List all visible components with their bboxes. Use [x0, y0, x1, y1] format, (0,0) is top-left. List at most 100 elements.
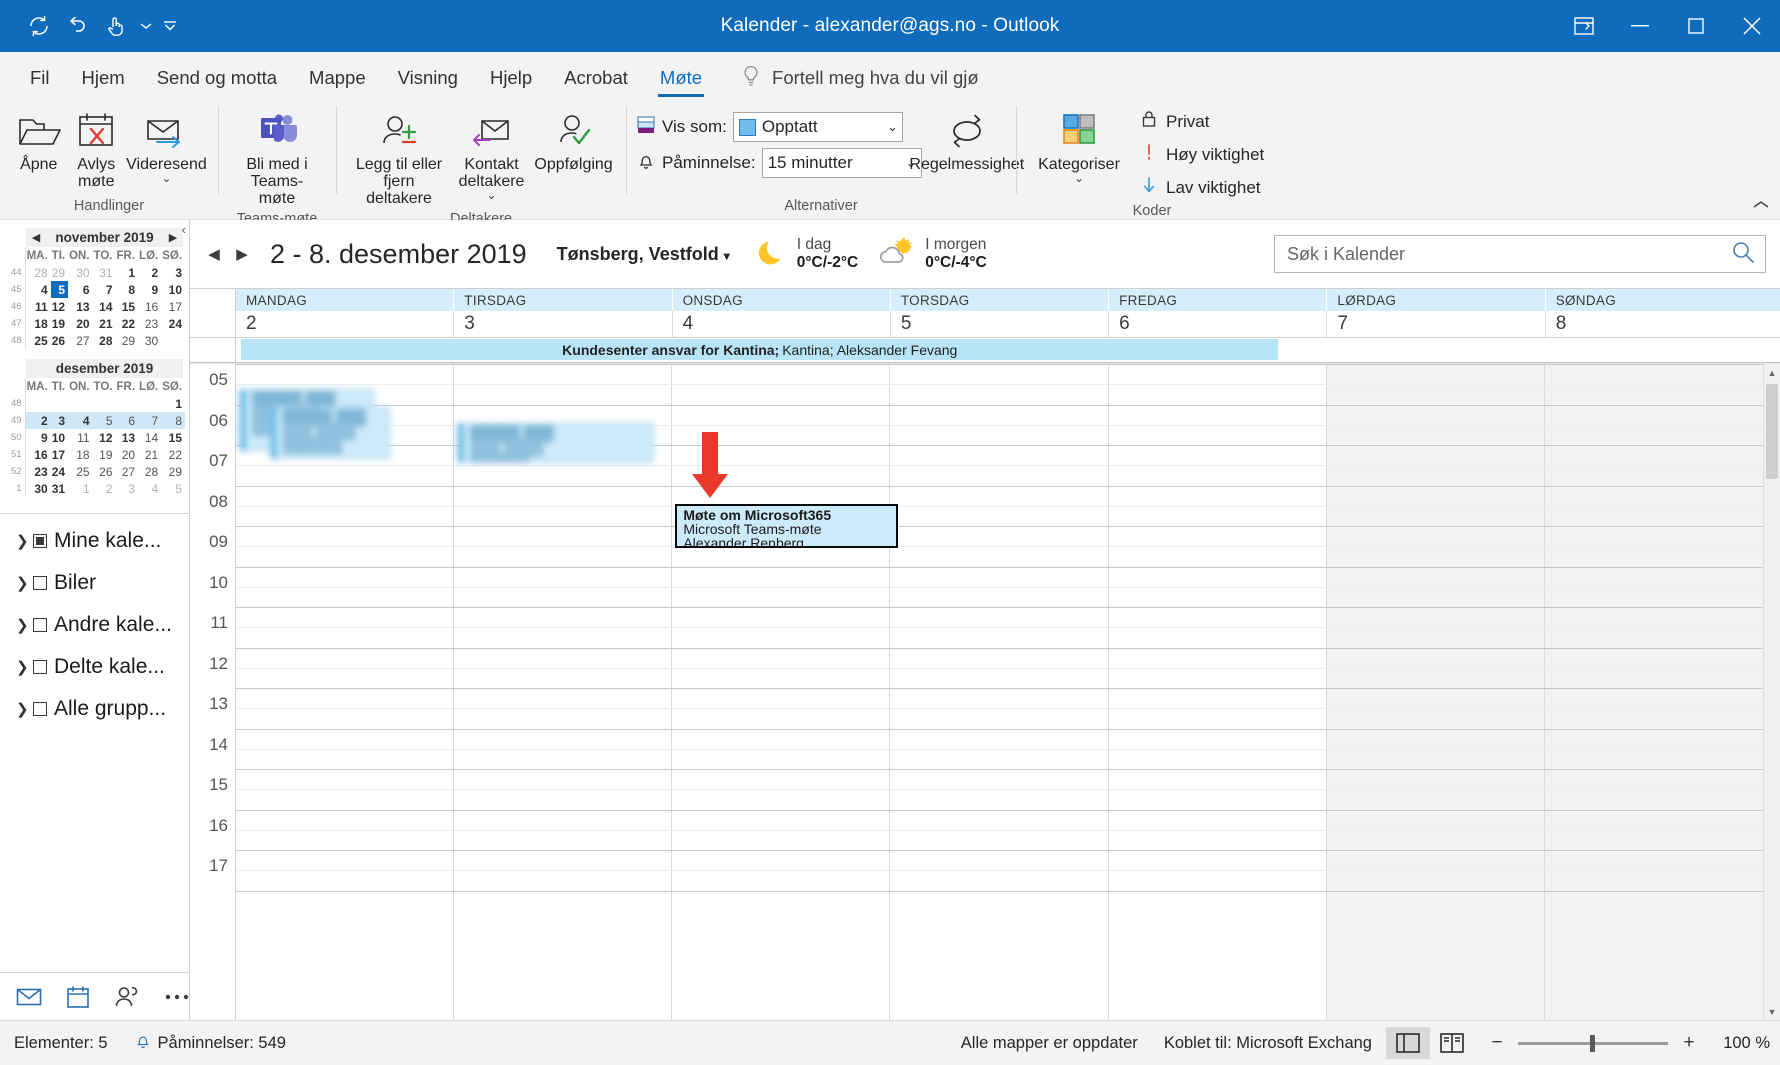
mini-calendar-day[interactable]: 24 [51, 463, 68, 480]
mini-calendar-day[interactable]: 21 [138, 446, 161, 463]
search-input[interactable]: Søk i Kalender [1274, 235, 1766, 273]
day-column[interactable] [672, 364, 891, 1020]
mini-calendar-day[interactable]: 22 [161, 446, 185, 463]
day-number[interactable]: 2 [236, 311, 455, 337]
mini-calendar-day[interactable]: 20 [68, 315, 92, 332]
tab-mote[interactable]: Møte [644, 58, 718, 98]
categorize-button[interactable]: Kategoriser ⌄ [1026, 104, 1132, 187]
mini-calendar-week[interactable]: 52 23 24 25 26 27 28 29 [10, 463, 185, 480]
touch-mode-icon[interactable] [98, 9, 132, 43]
mini-calendar-day[interactable]: 6 [68, 281, 92, 298]
close-icon[interactable] [1724, 0, 1780, 52]
mini-calendar-day[interactable]: 27 [68, 332, 92, 349]
mini-calendar-day[interactable]: 15 [161, 429, 185, 446]
day-number[interactable]: 8 [1546, 311, 1763, 337]
mini-calendar-day[interactable]: 30 [138, 332, 161, 349]
calendar-checkbox[interactable] [33, 660, 47, 674]
prev-month-icon[interactable]: ◀ [30, 231, 42, 244]
show-as-dropdown[interactable]: Opptatt ⌄ [732, 112, 903, 142]
mini-calendar-day[interactable]: 5 [161, 480, 185, 497]
appointment[interactable]: █████ ██████ ██████████ [269, 407, 390, 459]
mini-calendar-day[interactable]: 24 [161, 315, 185, 332]
mini-calendar-grid[interactable]: MA. TI. ON. TO. FR. LØ. SØ. 44 28 29 30 31 1 2… [10, 247, 185, 349]
zoom-slider-thumb[interactable] [1590, 1034, 1595, 1052]
mini-calendar-day[interactable]: 20 [116, 446, 139, 463]
sidebar-item-delte-kalendere[interactable]: ❯ Delte kale... [0, 646, 189, 688]
mini-calendar-day[interactable]: 8 [161, 412, 186, 429]
maximize-icon[interactable] [1668, 0, 1724, 52]
response-tracking-button[interactable]: Oppfølging [531, 104, 616, 177]
minimize-icon[interactable] [1612, 0, 1668, 52]
more-icon[interactable] [164, 993, 190, 1001]
chevron-down-icon[interactable]: ⌄ [161, 172, 171, 184]
high-importance-button[interactable]: Høy viktighet [1132, 139, 1272, 170]
mini-calendar-day[interactable]: 22 [116, 315, 139, 332]
mini-calendar-day[interactable]: 17 [161, 298, 185, 315]
private-button[interactable]: Privat [1132, 106, 1272, 137]
mini-calendar-day[interactable]: 30 [68, 264, 92, 281]
mini-calendar-day[interactable]: 4 [25, 281, 51, 298]
mini-calendar-day[interactable]: 7 [138, 412, 162, 429]
reading-view-icon[interactable] [1430, 1027, 1474, 1059]
mini-calendar-week[interactable]: 49 2 3 4 5 6 7 8 [10, 412, 186, 429]
mini-calendar-day[interactable] [25, 395, 51, 412]
mini-calendar-day[interactable]: 25 [68, 463, 92, 480]
mini-calendar-day[interactable]: 3 [161, 264, 185, 281]
mail-icon[interactable] [16, 987, 42, 1007]
low-importance-button[interactable]: Lav viktighet [1132, 172, 1272, 203]
recurrence-button[interactable]: Regelmessighet [909, 104, 1024, 177]
open-button[interactable]: Åpne [10, 104, 68, 177]
mini-calendar-day[interactable]: 8 [116, 281, 139, 298]
sidebar-item-mine-kalendere[interactable]: ❯ Mine kale... [0, 520, 189, 562]
scrollbar-thumb[interactable] [1766, 384, 1778, 479]
day-column[interactable] [890, 364, 1109, 1020]
chevron-right-icon[interactable]: ❯ [16, 658, 29, 676]
mini-calendar-day[interactable]: 10 [51, 429, 68, 446]
day-header-cell[interactable]: MANDAG [236, 289, 455, 311]
day-header-cell[interactable]: TIRSDAG [454, 289, 673, 311]
cancel-meeting-button[interactable]: Avlys møte [68, 104, 126, 194]
calendar-scrollbar[interactable]: ▲ ▼ [1763, 364, 1780, 1020]
mini-calendar-day[interactable]: 1 [68, 480, 92, 497]
mini-calendar-day[interactable]: 14 [93, 298, 116, 315]
mini-calendar-day[interactable]: 31 [51, 480, 68, 497]
calendar-checkbox[interactable] [33, 534, 47, 548]
mini-calendar-day[interactable] [68, 395, 92, 412]
next-month-icon[interactable]: ▶ [167, 231, 179, 244]
day-column[interactable] [1544, 364, 1763, 1020]
mini-calendar-day[interactable]: 23 [138, 315, 161, 332]
mini-calendar-day[interactable]: 1 [161, 395, 185, 412]
mini-calendar-day[interactable]: 2 [138, 264, 161, 281]
mini-calendar-day[interactable]: 30 [25, 480, 51, 497]
mini-calendar-day[interactable]: 26 [51, 332, 68, 349]
chevron-down-icon[interactable]: ▾ [724, 249, 730, 263]
chevron-right-icon[interactable]: ❯ [16, 532, 29, 550]
tab-acrobat[interactable]: Acrobat [548, 58, 644, 98]
mini-calendar-day[interactable]: 21 [93, 315, 116, 332]
chevron-right-icon[interactable]: ❯ [16, 574, 29, 592]
customize-qat-icon[interactable] [160, 9, 180, 43]
scroll-up-icon[interactable]: ▲ [1764, 364, 1780, 381]
mini-calendar-week[interactable]: 50 9 10 11 12 13 14 15 [10, 429, 185, 446]
tab-hjem[interactable]: Hjem [66, 58, 141, 98]
all-day-event[interactable]: Kundesenter ansvar for Kantina; Kantina; … [241, 339, 1279, 360]
mini-calendar-day[interactable]: 14 [138, 429, 161, 446]
mini-calendar-day[interactable]: 19 [51, 315, 68, 332]
zoom-out-icon[interactable]: − [1488, 1032, 1506, 1054]
mini-calendar-day[interactable] [138, 395, 161, 412]
mini-calendar-week[interactable]: 47 18 19 20 21 22 23 24 [10, 315, 185, 332]
search-icon[interactable] [1731, 240, 1755, 269]
tab-visning[interactable]: Visning [382, 58, 474, 98]
mini-calendar-day[interactable]: 9 [138, 281, 161, 298]
weather-today[interactable]: I dag 0°C/-2°C [758, 236, 858, 273]
chevron-right-icon[interactable]: ❯ [16, 700, 29, 718]
mini-calendar-day[interactable]: 15 [116, 298, 139, 315]
mini-calendar-week[interactable]: 51 16 17 18 19 20 21 22 [10, 446, 185, 463]
mini-calendar-week[interactable]: 45 4 5 6 7 8 9 10 [10, 281, 185, 298]
mini-calendar-day[interactable]: 23 [25, 463, 51, 480]
day-header-cell[interactable]: TORSDAG [891, 289, 1110, 311]
mini-calendar-day[interactable]: 29 [116, 332, 139, 349]
collapse-navigation-icon[interactable]: ‹ [182, 222, 186, 237]
mini-calendar-day[interactable]: 13 [68, 298, 92, 315]
chevron-right-icon[interactable]: ❯ [16, 616, 29, 634]
